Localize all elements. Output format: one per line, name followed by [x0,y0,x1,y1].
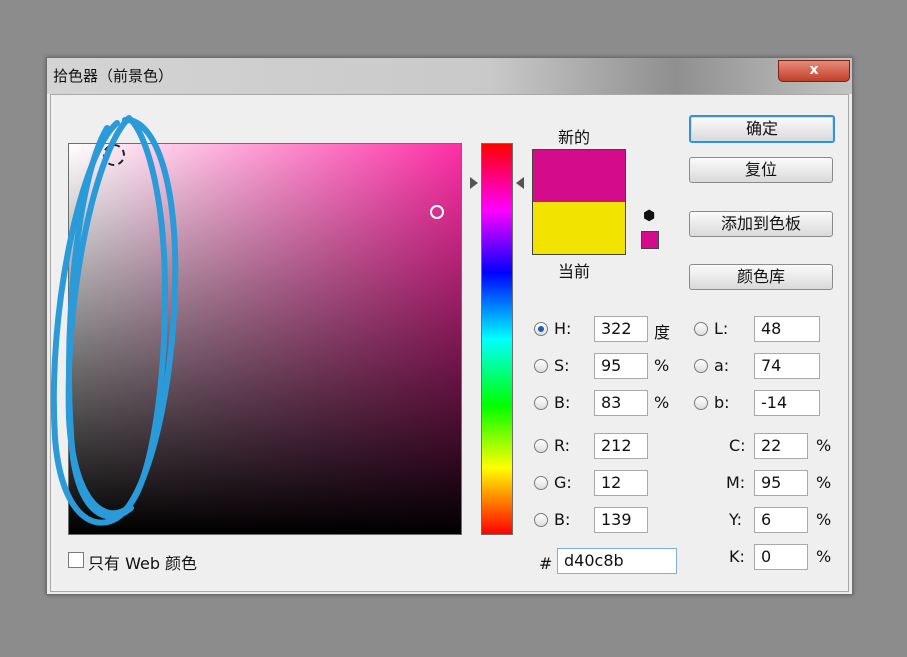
color-picker-dialog: 拾色器（前景色） x 新的 当前 ⬢ 确定 复位 添加到色板 颜色库 H: 32… [46,57,853,595]
annotation-scribble [50,115,179,526]
